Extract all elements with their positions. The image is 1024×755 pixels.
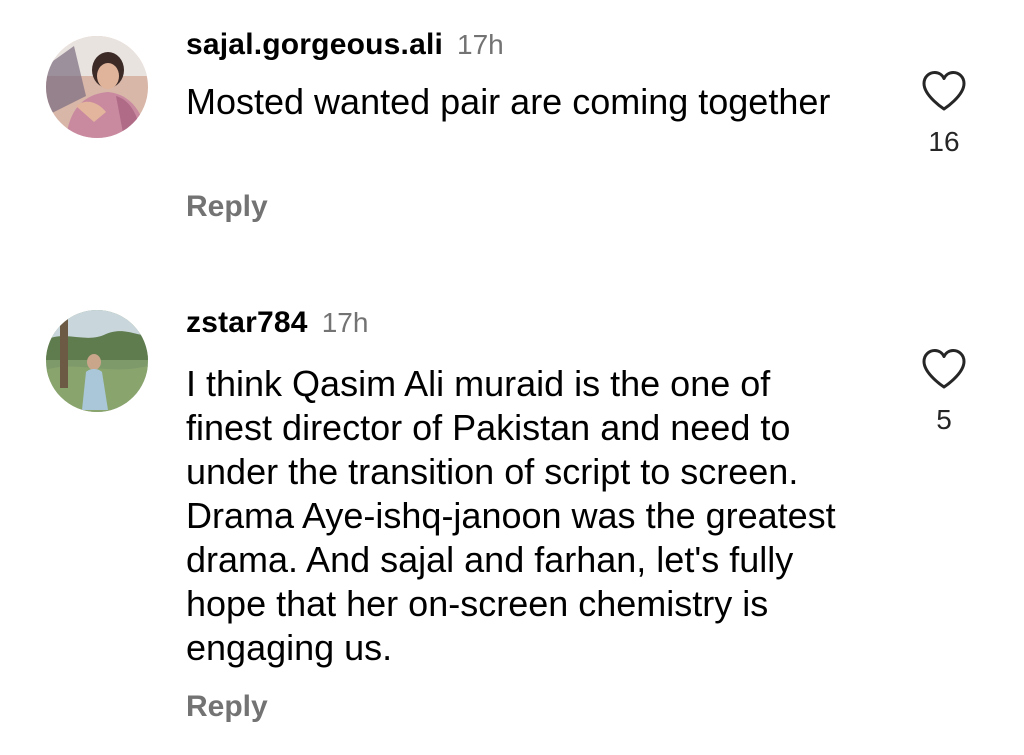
username[interactable]: sajal.gorgeous.ali bbox=[186, 28, 443, 61]
heart-outline-icon[interactable] bbox=[921, 348, 967, 390]
comment-text: I think Qasim Ali muraid is the one of f… bbox=[186, 363, 836, 668]
like-count: 16 bbox=[928, 126, 960, 157]
timestamp: 17h bbox=[321, 307, 369, 338]
heart-outline-icon[interactable] bbox=[921, 70, 967, 112]
avatar[interactable] bbox=[46, 310, 148, 412]
comment-text: Mosted wanted pair are coming together bbox=[186, 81, 831, 122]
avatar-image bbox=[46, 36, 148, 138]
reply-button[interactable]: Reply bbox=[186, 190, 268, 224]
comment-header: zstar784 17h bbox=[186, 306, 368, 340]
comment-header: sajal.gorgeous.ali 17h bbox=[186, 28, 504, 62]
like-control: 5 bbox=[904, 348, 984, 436]
reply-button[interactable]: Reply bbox=[186, 690, 268, 724]
timestamp: 17h bbox=[457, 29, 504, 60]
like-count: 5 bbox=[936, 404, 952, 435]
avatar-image bbox=[46, 310, 148, 412]
avatar[interactable] bbox=[46, 36, 148, 138]
username[interactable]: zstar784 bbox=[186, 306, 308, 339]
like-control: 16 bbox=[904, 70, 984, 158]
